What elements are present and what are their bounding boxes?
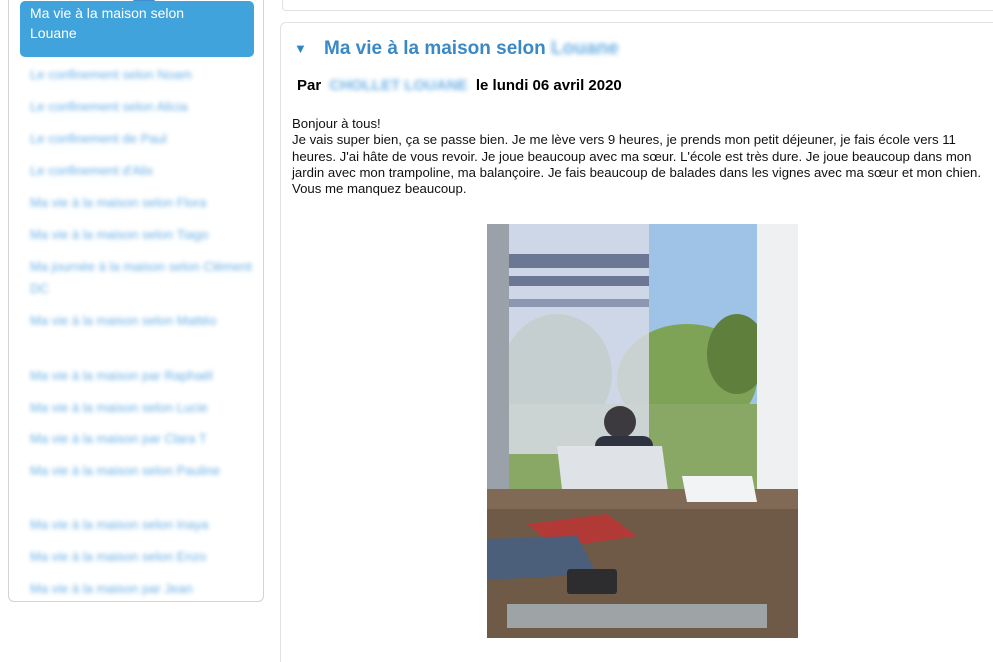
sidebar-item[interactable]: Le confinement selon Alicia bbox=[30, 96, 258, 118]
sidebar-item[interactable]: Ma journée à la maison selon Clément DC bbox=[30, 256, 258, 300]
sidebar-item[interactable]: Le confinement selon Noam bbox=[30, 64, 258, 86]
sidebar-item[interactable]: Ma vie à la maison selon Enzo bbox=[30, 546, 258, 568]
sidebar-item[interactable]: Ma vie à la maison selon Pauline bbox=[30, 460, 258, 504]
post-title-name: Louane bbox=[551, 38, 619, 59]
post-title: Ma vie à la maison selon Louane bbox=[324, 38, 619, 60]
sidebar-item[interactable]: Le confinement d'Alix bbox=[30, 160, 258, 182]
top-panel-edge bbox=[282, 0, 993, 11]
post-byline: Par CHOLLET LOUANE le lundi 06 avril 202… bbox=[297, 77, 622, 94]
collapse-toggle-icon[interactable]: ▼ bbox=[294, 41, 307, 56]
sidebar-item[interactable]: Ma vie à la maison selon Inaya bbox=[30, 514, 258, 536]
byline-author: CHOLLET LOUANE bbox=[329, 77, 468, 94]
sidebar-item[interactable]: Ma vie à la maison par Clara T bbox=[30, 428, 258, 450]
post-photo bbox=[487, 224, 798, 638]
sidebar-item[interactable]: Le confinement de Paul bbox=[30, 128, 258, 150]
byline-date: le lundi 06 avril 2020 bbox=[475, 77, 622, 94]
sidebar-item[interactable]: Ma vie à la maison par Raphaël bbox=[30, 365, 258, 387]
sidebar-item-active[interactable]: Ma vie à la maison selon Louane bbox=[20, 1, 254, 57]
sidebar-item[interactable]: Ma vie à la maison selon Mattéo bbox=[30, 310, 258, 354]
sidebar: Ma vie à la maison selon Louane Le confi… bbox=[8, 0, 264, 602]
sidebar-item[interactable]: Ma vie à la maison selon Lucie bbox=[30, 397, 258, 419]
post-greeting: Bonjour à tous! bbox=[292, 116, 381, 131]
sidebar-item[interactable]: Ma vie à la maison selon Tiago bbox=[30, 224, 258, 246]
post-paragraph: Je vais super bien, ça se passe bien. Je… bbox=[292, 132, 982, 197]
byline-prefix: Par bbox=[297, 77, 322, 94]
post-title-prefix: Ma vie à la maison selon bbox=[324, 38, 546, 59]
post-body: Bonjour à tous! Je vais super bien, ça s… bbox=[292, 116, 992, 197]
sidebar-item[interactable]: Ma vie à la maison selon Flora bbox=[30, 192, 258, 214]
sidebar-item[interactable]: Ma vie à la maison par Jean bbox=[30, 578, 258, 600]
